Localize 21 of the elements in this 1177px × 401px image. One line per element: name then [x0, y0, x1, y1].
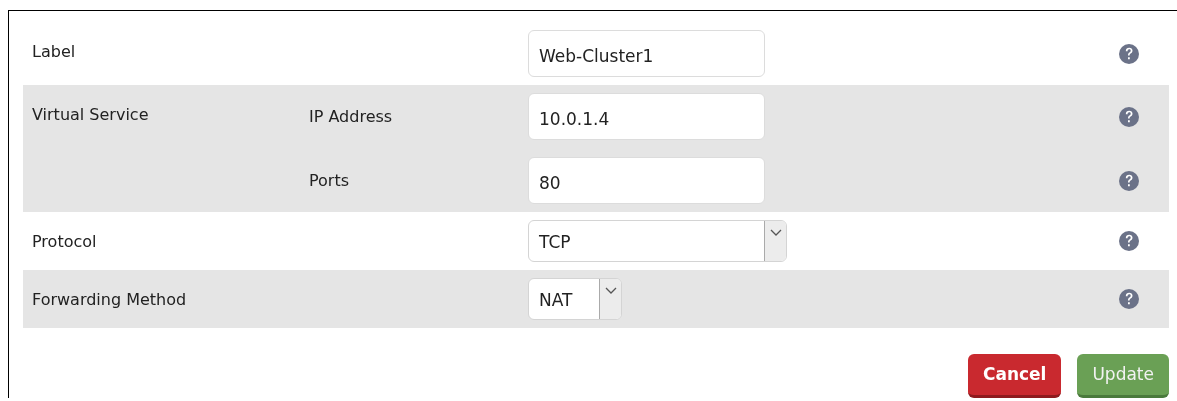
dropdown-value: TCP [538, 231, 572, 255]
text-field[interactable]: 80 [528, 157, 765, 204]
row-label: Forwarding Method [32, 289, 188, 311]
dropdown[interactable]: NAT [528, 278, 622, 320]
row-label: Protocol [32, 231, 98, 253]
dropdown-value: NAT [538, 289, 574, 313]
help-icon[interactable] [1118, 42, 1140, 65]
help-icon[interactable] [1118, 288, 1140, 310]
help-icon[interactable] [1118, 169, 1140, 192]
text-field[interactable]: 10.0.1.4 [528, 93, 765, 140]
row-label: Virtual Service [32, 104, 150, 126]
help-icon[interactable] [1118, 230, 1140, 252]
help-icon[interactable] [1118, 105, 1140, 128]
chevron-down-icon [769, 229, 782, 237]
field-label: Ports [309, 170, 350, 190]
text-field[interactable]: Web-Cluster1 [528, 30, 765, 77]
chevron-down-icon [604, 287, 617, 295]
row-label: Label [32, 41, 77, 63]
dropdown[interactable]: TCP [528, 220, 787, 262]
cancel-button[interactable]: Cancel [967, 354, 1062, 398]
field-label: IP Address [309, 106, 393, 126]
